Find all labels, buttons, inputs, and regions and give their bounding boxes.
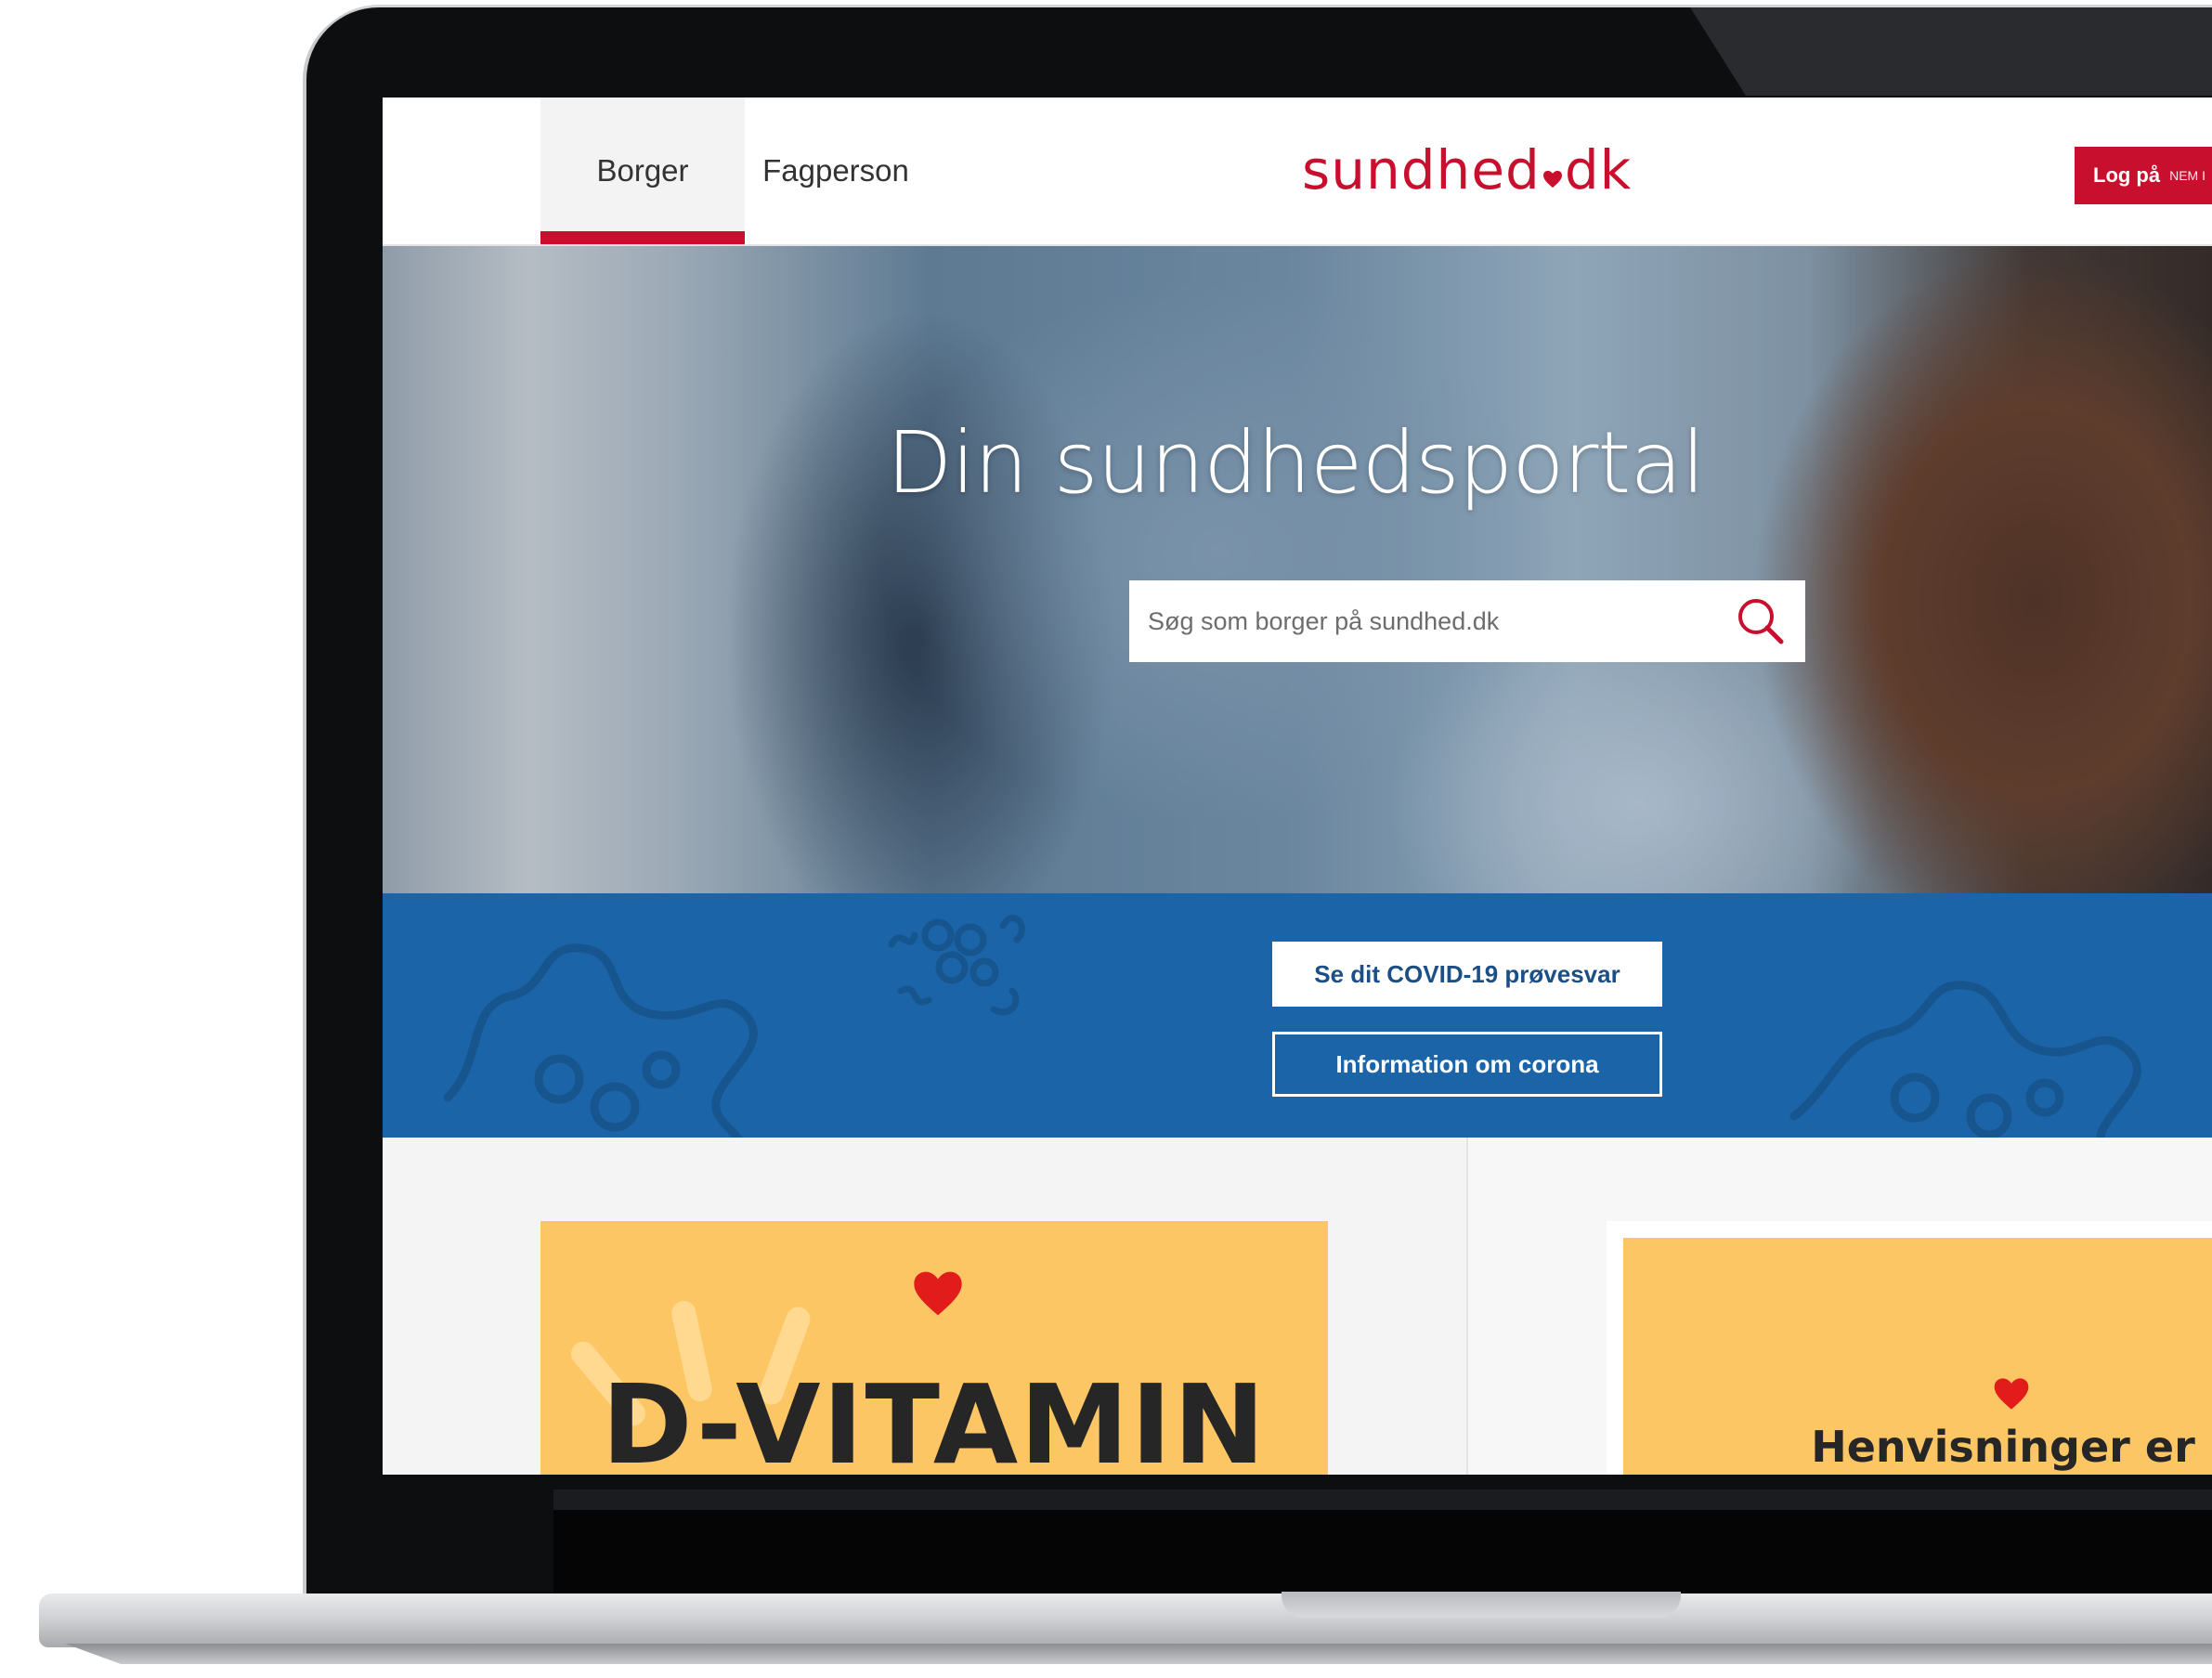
covid-test-result-button[interactable]: Se dit COVID-19 prøvesvar: [1272, 942, 1662, 1007]
tab-borger-label: Borger: [596, 153, 689, 188]
heart-icon: [914, 1271, 962, 1316]
covid-test-result-label: Se dit COVID-19 prøvesvar: [1314, 959, 1620, 988]
referrals-card[interactable]: Henvisninger er: [1623, 1238, 2212, 1475]
laptop-notch: [1282, 1592, 1681, 1618]
login-button[interactable]: Log på NEM I: [2075, 147, 2212, 204]
search-input[interactable]: [1146, 605, 1707, 637]
corona-info-button[interactable]: Information om corona: [1272, 1032, 1662, 1097]
tab-fagperson-label: Fagperson: [762, 153, 909, 188]
laptop-base-edge: [65, 1644, 2212, 1664]
lid-glare: [1690, 7, 2212, 96]
top-navigation: Borger Fagperson sundhed dk Log på NEM I: [383, 98, 2212, 246]
vitamin-d-card[interactable]: D-VITAMIN: [540, 1221, 1328, 1475]
tab-borger[interactable]: Borger: [540, 98, 745, 244]
sundhed-logo[interactable]: sundhed dk: [1302, 138, 1632, 203]
screen: Borger Fagperson sundhed dk Log på NEM I…: [383, 98, 2212, 1475]
search-icon[interactable]: [1733, 593, 1789, 649]
active-tab-indicator: [540, 231, 745, 244]
virus-decoration-icon: [443, 943, 758, 1138]
vitamin-d-card-title: D-VITAMIN: [601, 1360, 1268, 1475]
logo-heart-icon: [1542, 170, 1562, 189]
hero-title: Din sundhedsportal: [886, 413, 1706, 513]
login-nemid-label: NEM I: [2169, 168, 2205, 183]
corona-band: [383, 893, 2212, 1138]
hero-banner: Din sundhedsportal: [383, 246, 2212, 893]
virus-right-icon: [1789, 981, 2141, 1138]
virus-small-icon: [888, 915, 1025, 1015]
login-label: Log på: [2093, 163, 2161, 187]
corona-info-label: Information om corona: [1335, 1049, 1599, 1078]
laptop-base: [39, 1593, 2212, 1647]
bezel-chin: [553, 1510, 2212, 1603]
logo-tld-text: dk: [1564, 138, 1633, 202]
heart-icon: [1994, 1378, 2029, 1410]
search-bar: [1129, 580, 1805, 662]
tab-fagperson[interactable]: Fagperson: [761, 98, 910, 244]
logo-main-text: sundhed: [1302, 138, 1541, 202]
referrals-card-title: Henvisninger er: [1811, 1422, 2195, 1472]
hero-photo-overlay: [383, 246, 2212, 893]
